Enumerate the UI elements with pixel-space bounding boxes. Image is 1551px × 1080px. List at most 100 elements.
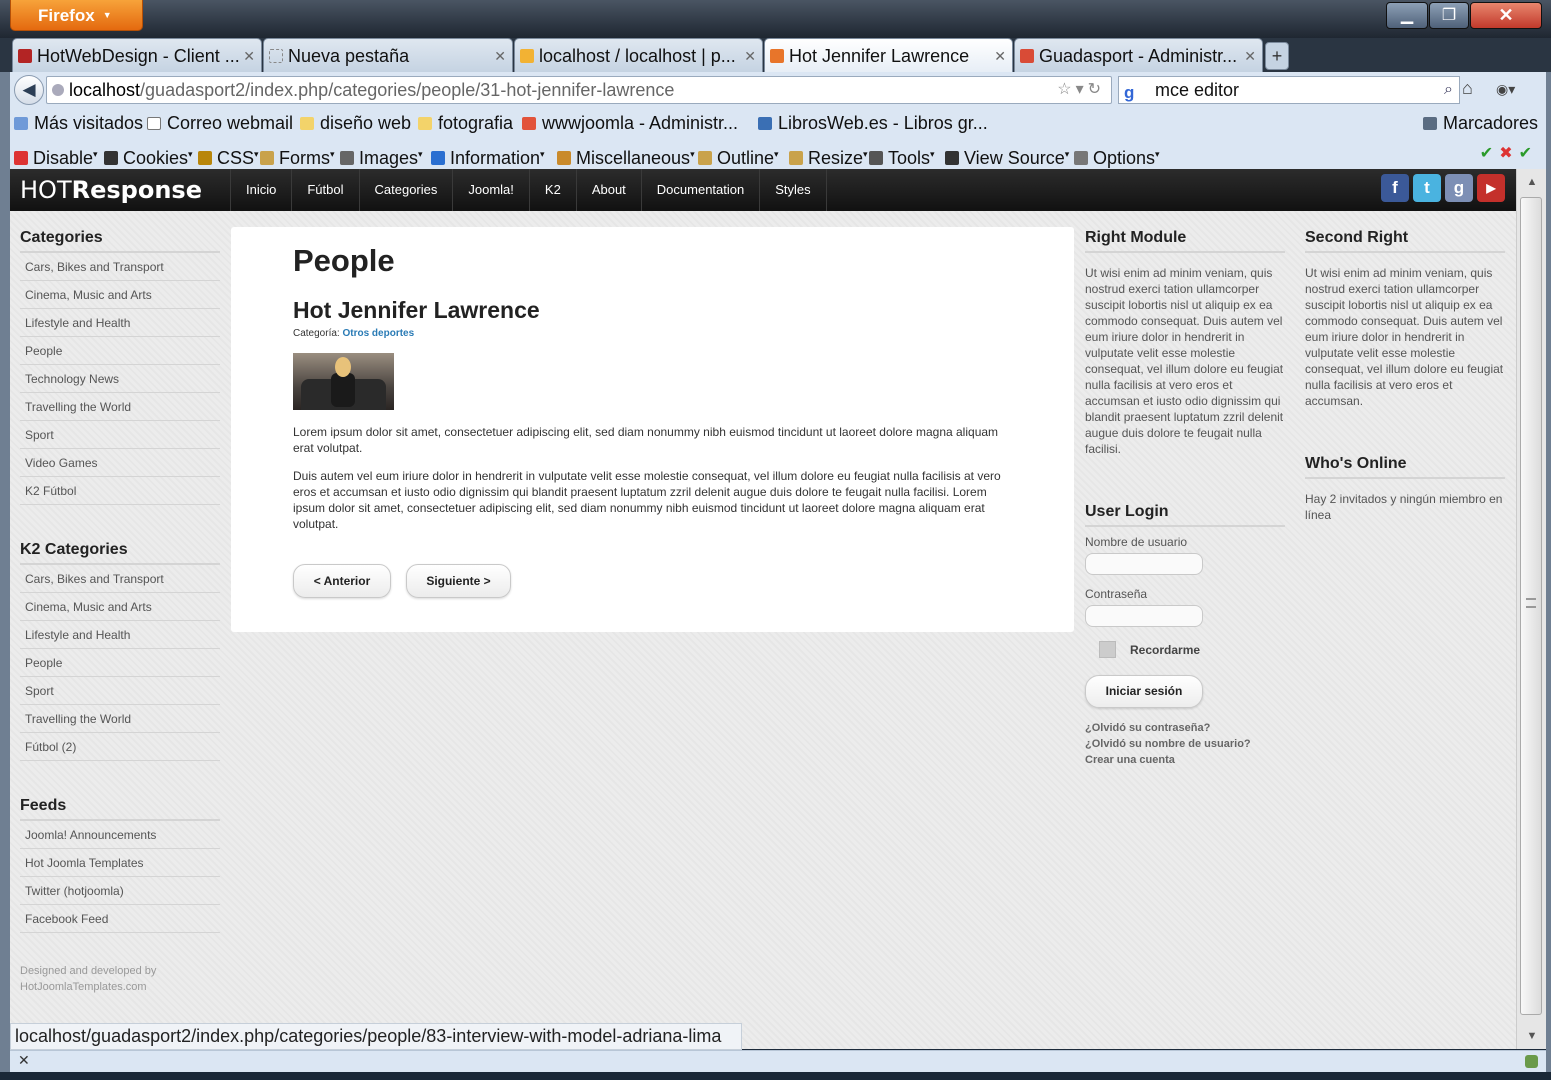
devtool-menu-resize[interactable]: Resize▾ xyxy=(789,139,868,173)
devtool-menu-forms[interactable]: Forms▾ xyxy=(260,139,335,173)
tab-hot-jennifer-lawrence[interactable]: Hot Jennifer Lawrence ✕ xyxy=(764,38,1013,72)
site-identity-icon[interactable] xyxy=(52,84,64,96)
scroll-down-icon[interactable]: ▼ xyxy=(1517,1023,1547,1049)
twitter-icon[interactable]: t xyxy=(1413,174,1441,202)
previous-article-button[interactable]: < Anterior xyxy=(293,564,391,598)
maximize-button[interactable]: ❐ xyxy=(1429,2,1469,29)
login-button[interactable]: Iniciar sesión xyxy=(1085,675,1203,708)
addon-eye-icon[interactable]: ◉▾ xyxy=(1496,81,1515,98)
feed-link[interactable]: Facebook Feed xyxy=(20,905,220,933)
addon-status-icon[interactable] xyxy=(1525,1055,1538,1068)
url-bar[interactable]: localhost/guadasport2/index.php/categori… xyxy=(46,76,1112,104)
menu-item-documentation[interactable]: Documentation xyxy=(640,169,759,211)
k2-category-link[interactable]: Sport xyxy=(20,677,220,705)
google-search-engine-icon[interactable]: g xyxy=(1124,80,1134,106)
minimize-button[interactable]: ▁ xyxy=(1386,2,1428,29)
category-link[interactable]: Sport xyxy=(20,421,220,449)
category-link[interactable]: Otros deportes xyxy=(342,328,414,339)
search-input[interactable]: g mce editor ⌕ xyxy=(1118,76,1460,104)
menu-item-styles[interactable]: Styles xyxy=(759,169,827,211)
close-addon-bar-icon[interactable]: ✕ xyxy=(18,1052,30,1069)
menu-item-about[interactable]: About xyxy=(575,169,641,211)
bookmark-correo-webmail[interactable]: Correo webmail xyxy=(147,108,293,139)
create-account-link[interactable]: Crear una cuenta xyxy=(1085,752,1285,768)
devtool-menu-cookies[interactable]: Cookies▾ xyxy=(104,139,193,173)
menu-item-categories[interactable]: Categories xyxy=(358,169,453,211)
feed-link[interactable]: Hot Joomla Templates xyxy=(20,849,220,877)
category-link[interactable]: K2 Fútbol xyxy=(20,477,220,505)
bookmark-wwwjoomla[interactable]: wwwjoomla - Administr... xyxy=(522,108,738,139)
next-article-button[interactable]: Siguiente > xyxy=(406,564,511,598)
k2-category-link[interactable]: Lifestyle and Health xyxy=(20,621,220,649)
tab-nueva-pestana[interactable]: Nueva pestaña ✕ xyxy=(263,38,513,72)
youtube-icon[interactable]: ▶ xyxy=(1477,174,1505,202)
feed-link[interactable]: Joomla! Announcements xyxy=(20,821,220,849)
devtool-menu-css[interactable]: CSS▾ xyxy=(198,139,259,173)
menu-item-futbol[interactable]: Fútbol xyxy=(291,169,358,211)
password-field[interactable] xyxy=(1085,605,1203,627)
tab-hotwebdesign[interactable]: HotWebDesign - Client ... ✕ xyxy=(12,38,262,72)
tab-close-icon[interactable]: ✕ xyxy=(744,39,756,72)
menu-item-k2[interactable]: K2 xyxy=(528,169,576,211)
close-window-button[interactable]: ✕ xyxy=(1470,2,1542,29)
joomla-icon xyxy=(522,117,536,130)
category-link[interactable]: Lifestyle and Health xyxy=(20,309,220,337)
google-icon[interactable]: g xyxy=(1445,174,1473,202)
feed-link[interactable]: Twitter (hotjoomla) xyxy=(20,877,220,905)
devtool-menu-tools[interactable]: Tools▾ xyxy=(869,139,935,173)
tab-close-icon[interactable]: ✕ xyxy=(1244,39,1256,72)
devtool-menu-options[interactable]: Options▾ xyxy=(1074,139,1160,173)
firefox-menu-button[interactable]: Firefox ▼ xyxy=(10,0,143,31)
scroll-up-icon[interactable]: ▲ xyxy=(1517,169,1547,195)
k2-category-link[interactable]: Fútbol (2) xyxy=(20,733,220,761)
category-link[interactable]: Cinema, Music and Arts xyxy=(20,281,220,309)
home-icon[interactable]: ⌂ xyxy=(1462,78,1473,99)
tab-close-icon[interactable]: ✕ xyxy=(494,39,506,72)
bookmark-librosweb[interactable]: LibrosWeb.es - Libros gr... xyxy=(758,108,988,139)
devtool-menu-disable[interactable]: Disable▾ xyxy=(14,139,98,173)
tab-close-icon[interactable]: ✕ xyxy=(243,39,255,72)
forgot-password-link[interactable]: ¿Olvidó su contraseña? xyxy=(1085,720,1285,736)
devtool-menu-miscellaneous[interactable]: Miscellaneous▾ xyxy=(557,139,695,173)
k2-category-link[interactable]: Travelling the World xyxy=(20,705,220,733)
forgot-username-link[interactable]: ¿Olvidó su nombre de usuario? xyxy=(1085,736,1285,752)
folder-icon xyxy=(300,117,314,130)
url-path: /guadasport2/index.php/categories/people… xyxy=(140,80,675,100)
username-field[interactable] xyxy=(1085,553,1203,575)
bookmark-diseno-web[interactable]: diseño web xyxy=(300,108,411,139)
tab-phpmyadmin[interactable]: localhost / localhost | p... ✕ xyxy=(514,38,763,72)
devtool-menu-view-source[interactable]: View Source▾ xyxy=(945,139,1069,173)
k2-category-link[interactable]: People xyxy=(20,649,220,677)
devtool-label: Tools xyxy=(888,148,931,168)
facebook-icon[interactable]: f xyxy=(1381,174,1409,202)
credit-link[interactable]: HotJoomlaTemplates.com xyxy=(20,979,220,995)
category-link[interactable]: Travelling the World xyxy=(20,393,220,421)
bookmarks-menu-button[interactable]: Marcadores xyxy=(1423,108,1538,139)
image-figure xyxy=(331,373,355,407)
scroll-thumb[interactable] xyxy=(1520,197,1542,1015)
remember-me-checkbox[interactable] xyxy=(1099,641,1116,658)
site-logo[interactable]: HOTResponse xyxy=(20,176,202,204)
devtool-menu-outline[interactable]: Outline▾ xyxy=(698,139,779,173)
validation-status-icons[interactable]: ✔✖✔ xyxy=(1480,139,1538,169)
bookmark-star-icon[interactable]: ☆▾↻ xyxy=(1057,77,1105,103)
tab-guadasport-admin[interactable]: Guadasport - Administr... ✕ xyxy=(1014,38,1263,72)
back-button[interactable]: ◀ xyxy=(14,75,44,105)
bookmark-fotografia[interactable]: fotografia xyxy=(418,108,513,139)
devtool-menu-images[interactable]: Images▾ xyxy=(340,139,423,173)
tab-close-icon[interactable]: ✕ xyxy=(994,39,1006,72)
k2-category-link[interactable]: Cinema, Music and Arts xyxy=(20,593,220,621)
vertical-scrollbar[interactable]: ▲ ▼ xyxy=(1516,169,1546,1049)
menu-item-inicio[interactable]: Inicio xyxy=(230,169,291,211)
devtool-menu-information[interactable]: Information▾ xyxy=(431,139,545,173)
category-link[interactable]: People xyxy=(20,337,220,365)
category-link[interactable]: Technology News xyxy=(20,365,220,393)
category-link[interactable]: Video Games xyxy=(20,449,220,477)
options-icon xyxy=(1074,151,1088,165)
menu-item-joomla[interactable]: Joomla! xyxy=(452,169,529,211)
k2-category-link[interactable]: Cars, Bikes and Transport xyxy=(20,565,220,593)
bookmark-mas-visitados[interactable]: Más visitados xyxy=(14,108,143,139)
category-link[interactable]: Cars, Bikes and Transport xyxy=(20,253,220,281)
new-tab-button[interactable]: + xyxy=(1265,42,1289,70)
search-icon[interactable]: ⌕ xyxy=(1444,77,1453,103)
